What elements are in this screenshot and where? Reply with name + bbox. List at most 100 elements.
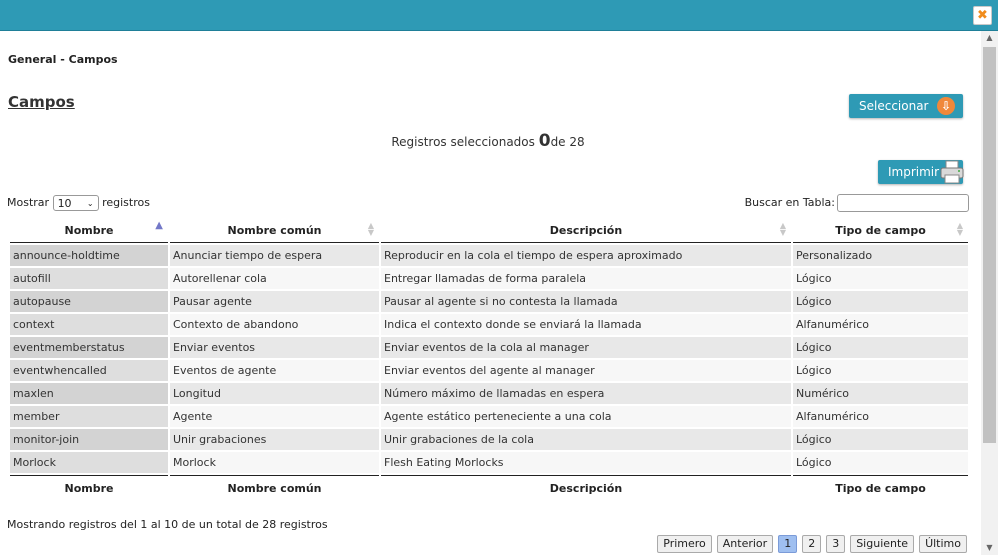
fields-table: Nombre ▲ Nombre común ▲ ▼ Descripción ▲ ▼ Tip… — [8, 216, 970, 502]
cell-tipo: Lógico — [793, 452, 968, 473]
column-header-label: Descripción — [549, 223, 623, 237]
cell-nombre-comun: Enviar eventos — [170, 337, 379, 358]
print-button-label: Imprimir — [888, 165, 940, 179]
column-header-label: Tipo de campo — [835, 223, 926, 237]
scroll-down-icon[interactable]: ▼ — [981, 541, 998, 555]
cell-nombre: maxlen — [10, 383, 168, 404]
cell-tipo: Lógico — [793, 360, 968, 381]
cell-nombre-comun: Unir grabaciones — [170, 429, 379, 450]
cell-descripcion: Agente estático perteneciente a una cola — [381, 406, 791, 427]
breadcrumb: General - Campos — [8, 53, 118, 66]
column-footer-nombre-comun: Nombre común — [170, 475, 379, 500]
printer-icon — [940, 160, 964, 184]
cell-tipo: Alfanumérico — [793, 406, 968, 427]
sort-ascending-icon: ▲ — [155, 220, 163, 231]
cell-nombre: Morlock — [10, 452, 168, 473]
table-row[interactable]: eventwhencalled Eventos de agente Enviar e… — [10, 360, 968, 381]
page-length-select[interactable]: 10 ⌄ — [52, 195, 99, 211]
scroll-up-icon[interactable]: ▲ — [981, 31, 998, 45]
column-header-label: Nombre — [64, 223, 114, 237]
cell-tipo: Lógico — [793, 268, 968, 289]
pagination: Primero Anterior 1 2 3 Siguiente Último — [652, 535, 967, 553]
table-row[interactable]: eventmemberstatus Enviar eventos Enviar ev… — [10, 337, 968, 358]
column-header-label: Nombre común — [227, 223, 322, 237]
cell-descripcion: Entregar llamadas de forma paralela — [381, 268, 791, 289]
length-suffix: registros — [102, 196, 150, 209]
table-row[interactable]: member Agente Agente estático pertenecient… — [10, 406, 968, 427]
last-page-button[interactable]: Último — [919, 535, 967, 553]
cell-descripcion: Número máximo de llamadas en espera — [381, 383, 791, 404]
arrow-down-circle-icon: ⇩ — [937, 97, 955, 115]
column-footer-descripcion: Descripción — [381, 475, 791, 500]
sort-both-icon: ▲ ▼ — [367, 221, 374, 237]
column-footer-nombre: Nombre — [10, 475, 168, 500]
cell-descripcion: Unir grabaciones de la cola — [381, 429, 791, 450]
page-length-value: 10 — [57, 197, 72, 210]
cell-tipo: Lógico — [793, 337, 968, 358]
cell-descripcion: Pausar al agente si no contesta la llama… — [381, 291, 791, 312]
cell-nombre: eventwhencalled — [10, 360, 168, 381]
table-row[interactable]: autopause Pausar agente Pausar al agente s… — [10, 291, 968, 312]
cell-tipo: Numérico — [793, 383, 968, 404]
cell-nombre: autofill — [10, 268, 168, 289]
cell-nombre-comun: Morlock — [170, 452, 379, 473]
selection-count: 0 — [538, 131, 551, 151]
selection-total: 28 — [569, 135, 585, 149]
sort-both-icon: ▲ ▼ — [956, 221, 963, 237]
cell-nombre-comun: Autorellenar cola — [170, 268, 379, 289]
selection-counter: Registros seleccionados 0de 28 — [0, 131, 976, 151]
column-header-nombre-comun[interactable]: Nombre común ▲ ▼ — [170, 218, 379, 243]
previous-page-button[interactable]: Anterior — [716, 535, 774, 553]
page-1-button[interactable]: 1 — [778, 535, 798, 553]
table-search: Buscar en Tabla: — [745, 194, 969, 212]
cell-nombre: context — [10, 314, 168, 335]
search-input[interactable] — [837, 194, 969, 212]
cell-nombre-comun: Longitud — [170, 383, 379, 404]
table-row[interactable]: context Contexto de abandono Indica el con… — [10, 314, 968, 335]
table-row[interactable]: autofill Autorellenar cola Entregar llamad… — [10, 268, 968, 289]
cell-tipo: Alfanumérico — [793, 314, 968, 335]
cell-nombre: announce-holdtime — [10, 245, 168, 266]
selection-separator: de — [550, 135, 566, 149]
page-title: Campos — [8, 93, 75, 111]
column-footer-tipo: Tipo de campo — [793, 475, 968, 500]
table-row[interactable]: monitor-join Unir grabaciones Unir grabaci… — [10, 429, 968, 450]
cell-descripcion: Enviar eventos del agente al manager — [381, 360, 791, 381]
cell-descripcion: Enviar eventos de la cola al manager — [381, 337, 791, 358]
cell-nombre-comun: Contexto de abandono — [170, 314, 379, 335]
cell-descripcion: Reproducir en la cola el tiempo de esper… — [381, 245, 791, 266]
table-row[interactable]: announce-holdtime Anunciar tiempo de espe… — [10, 245, 968, 266]
page-2-button[interactable]: 2 — [802, 535, 822, 553]
close-button[interactable]: ✖ — [973, 6, 992, 25]
dialog-content: General - Campos Campos Seleccionar ⇩ Re… — [0, 31, 998, 555]
column-header-descripcion[interactable]: Descripción ▲ ▼ — [381, 218, 791, 243]
cell-nombre-comun: Agente — [170, 406, 379, 427]
column-header-tipo[interactable]: Tipo de campo ▲ ▼ — [793, 218, 968, 243]
page-3-button[interactable]: 3 — [826, 535, 846, 553]
select-button-label: Seleccionar — [859, 99, 929, 113]
column-header-nombre[interactable]: Nombre ▲ — [10, 218, 168, 243]
length-prefix: Mostrar — [7, 196, 50, 209]
cell-tipo: Personalizado — [793, 245, 968, 266]
selection-prefix: Registros seleccionados — [391, 135, 535, 149]
dialog-titlebar: ✖ — [0, 0, 998, 31]
cell-nombre: autopause — [10, 291, 168, 312]
scrollbar-thumb[interactable] — [983, 47, 996, 443]
close-icon: ✖ — [977, 8, 988, 23]
cell-nombre: monitor-join — [10, 429, 168, 450]
cell-nombre-comun: Anunciar tiempo de espera — [170, 245, 379, 266]
table-info: Mostrando registros del 1 al 10 de un to… — [7, 518, 328, 531]
table-row[interactable]: Morlock Morlock Flesh Eating Morlocks Lógic… — [10, 452, 968, 473]
vertical-scrollbar[interactable]: ▲ ▼ — [981, 31, 998, 555]
next-page-button[interactable]: Siguiente — [850, 535, 915, 553]
print-button[interactable]: Imprimir — [878, 160, 964, 184]
cell-nombre: eventmemberstatus — [10, 337, 168, 358]
cell-descripcion: Indica el contexto donde se enviará la l… — [381, 314, 791, 335]
select-button[interactable]: Seleccionar ⇩ — [849, 94, 963, 118]
cell-tipo: Lógico — [793, 429, 968, 450]
table-row[interactable]: maxlen Longitud Número máximo de llamadas … — [10, 383, 968, 404]
cell-descripcion: Flesh Eating Morlocks — [381, 452, 791, 473]
chevron-down-icon: ⌄ — [86, 199, 94, 208]
sort-both-icon: ▲ ▼ — [779, 221, 786, 237]
first-page-button[interactable]: Primero — [657, 535, 712, 553]
